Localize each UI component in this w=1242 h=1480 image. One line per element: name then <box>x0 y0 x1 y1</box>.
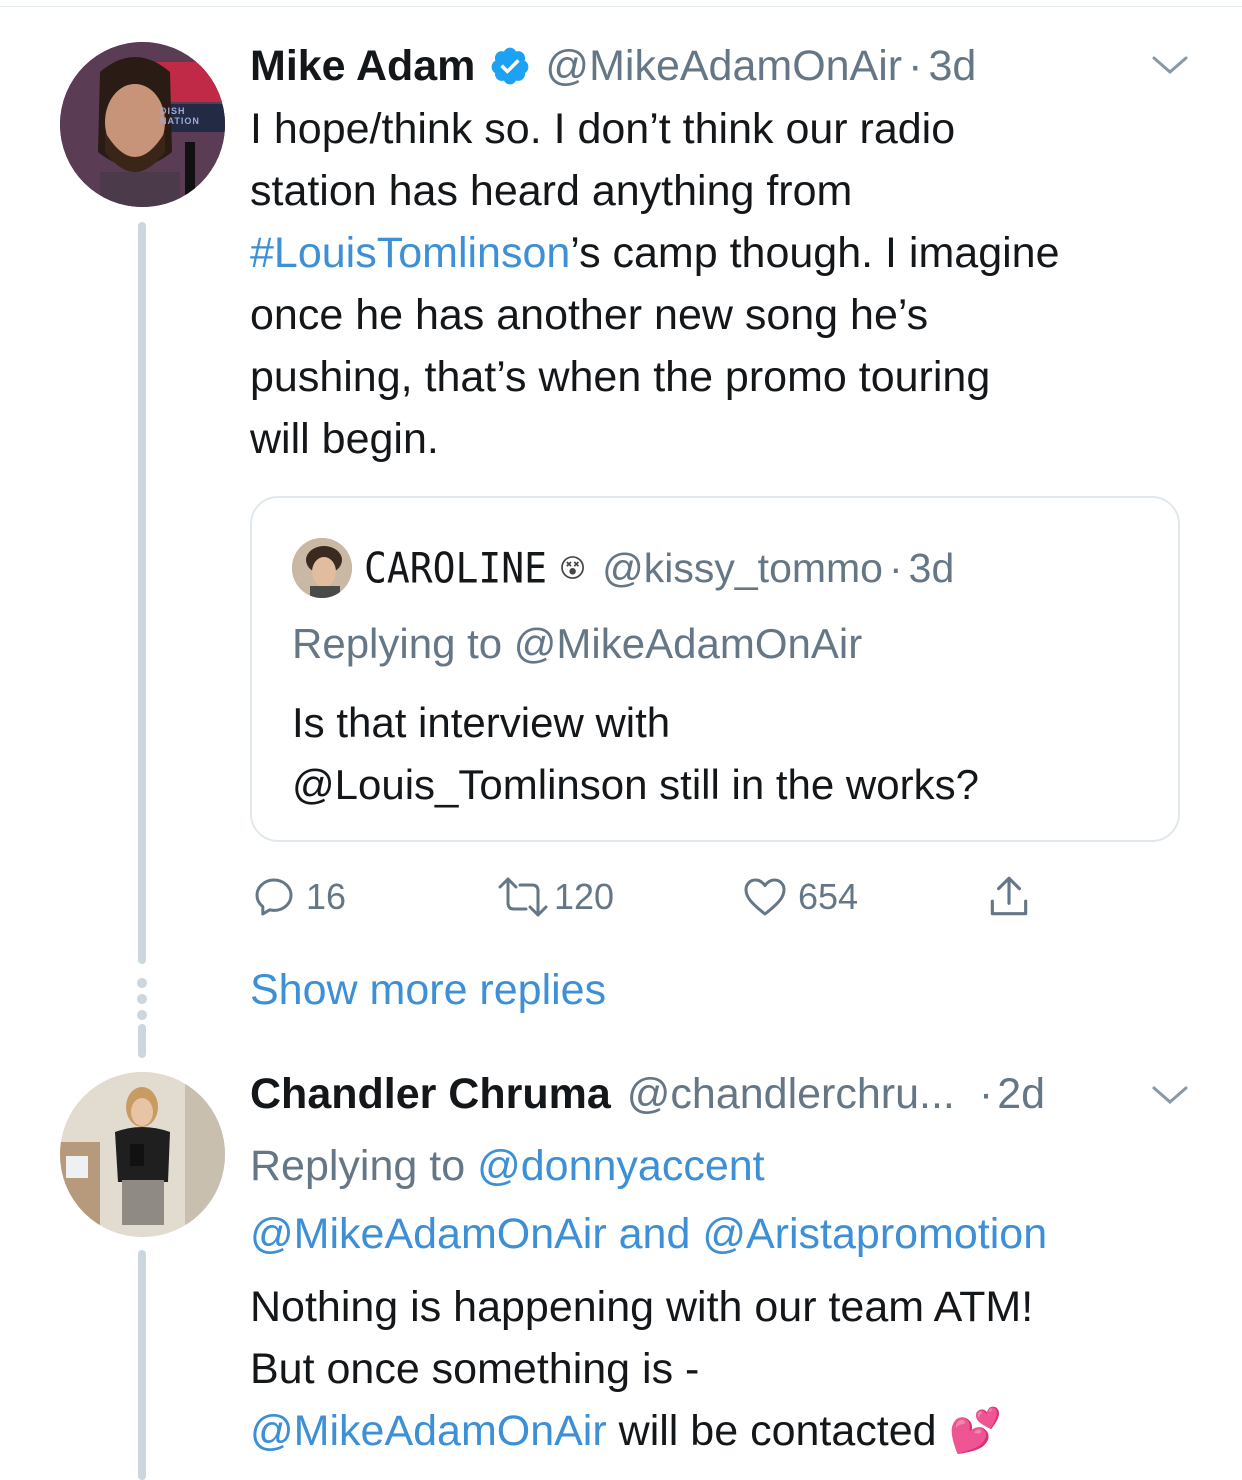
chandler-chruma-avatar[interactable] <box>60 1072 225 1237</box>
quoted-time: 3d <box>908 544 955 591</box>
author-handle[interactable]: @MikeAdamOnAir <box>545 42 902 91</box>
body-line: Nothing is happening with our team ATM! <box>250 1283 1034 1331</box>
body-line: But once something is - <box>250 1345 700 1393</box>
body-line: #LouisTomlinson’s camp though. I imagine <box>250 222 1060 284</box>
author-name[interactable]: Mike Adam <box>250 42 475 91</box>
verified-badge-icon <box>489 45 531 87</box>
mention-link[interactable]: @Aristapromotion <box>702 1210 1047 1258</box>
caroline-avatar <box>292 538 352 598</box>
body-line: Is that interview with <box>292 699 671 746</box>
body-line: I hope/think so. I don’t think our radio <box>250 105 956 153</box>
body-line: once he has another new song he’s <box>250 291 929 339</box>
replying-line: Replying to @donnyaccent <box>250 1132 1047 1200</box>
author-handle[interactable]: @chandlerchru... <box>627 1070 955 1119</box>
quoted-handle[interactable]: @kissy_tommo <box>602 545 883 592</box>
replying-label: Replying to <box>250 1142 466 1190</box>
quoted-tweet-card[interactable]: CAROLINE 😵 @kissy_tommo · 3d Replying to… <box>250 496 1180 842</box>
tweet-time[interactable]: 2d <box>997 1070 1045 1119</box>
body-line: @Louis_Tomlinson still in the works? <box>292 761 979 808</box>
top-divider <box>0 6 1242 7</box>
like-button[interactable]: 654 <box>740 872 858 922</box>
reply-button[interactable]: 16 <box>250 872 346 922</box>
reply-count: 16 <box>306 876 347 917</box>
thread-line-lower <box>138 1250 146 1480</box>
avatar-photo <box>60 1072 225 1237</box>
thread-dot <box>137 978 147 988</box>
retweet-icon <box>498 877 548 917</box>
mike-adam-avatar[interactable]: DISH NATION <box>60 42 225 207</box>
tweet1-more-chevron-icon[interactable] <box>1150 52 1190 80</box>
body-text: will be contacted <box>606 1407 937 1455</box>
mention-link[interactable]: @MikeAdamOnAir <box>250 1407 607 1455</box>
share-icon <box>990 876 1028 916</box>
tweet1-header: Mike Adam @MikeAdamOnAir · 3d <box>250 36 976 96</box>
replying-handle: @MikeAdamOnAir <box>513 620 863 667</box>
two-hearts-emoji-icon: 💕 <box>948 1407 1003 1455</box>
replying-label: Replying to <box>292 620 503 667</box>
tweet2-more-chevron-icon[interactable] <box>1150 1082 1190 1110</box>
quoted-author-name[interactable]: CAROLINE <box>364 544 547 592</box>
thread-line-upper <box>138 222 146 964</box>
like-count: 654 <box>798 876 859 917</box>
avatar-sign-text: DISH NATION <box>160 106 200 126</box>
body-line: @MikeAdamOnAir will be contacted 💕 <box>250 1400 1033 1462</box>
tweet2-replying-to: Replying to @donnyaccent @MikeAdamOnAir … <box>250 1132 1047 1268</box>
retweet-button[interactable]: 120 <box>494 872 614 922</box>
thread-line-connector <box>138 1024 146 1058</box>
mention-link[interactable]: @donnyaccent <box>477 1142 765 1190</box>
quoted-body: Is that interview with @Louis_Tomlinson … <box>292 692 979 816</box>
retweet-count: 120 <box>554 876 615 917</box>
tweet2-body: Nothing is happening with our team ATM! … <box>250 1276 1033 1462</box>
replying-and: and <box>618 1210 691 1258</box>
body-line: pushing, that’s when the promo touring <box>250 353 991 401</box>
body-line: will begin. <box>250 415 439 463</box>
dot-separator: · <box>908 41 923 90</box>
show-more-replies-link[interactable]: Show more replies <box>250 966 606 1015</box>
body-line: station has heard anything from <box>250 167 853 215</box>
dot-separator: · <box>978 1069 994 1118</box>
thread-dot <box>137 994 147 1004</box>
share-button[interactable] <box>984 872 1034 922</box>
tweet-time[interactable]: 3d <box>928 42 976 91</box>
author-name[interactable]: Chandler Chruma <box>250 1070 611 1119</box>
dot-separator: · <box>888 544 903 591</box>
quoted-replying-to: Replying to @MikeAdamOnAir <box>292 620 862 668</box>
mention-link[interactable]: @MikeAdamOnAir <box>250 1210 607 1258</box>
tweet2-header: Chandler Chruma @chandlerchru... · 2d <box>250 1064 1045 1124</box>
body-text: ’s camp though. I imagine <box>570 229 1060 277</box>
dizzy-face-emoji-icon: 😵 <box>559 552 587 583</box>
replying-line: @MikeAdamOnAir and @Aristapromotion <box>250 1200 1047 1268</box>
reply-icon <box>255 878 293 916</box>
heart-icon <box>744 878 786 916</box>
hashtag-link[interactable]: #LouisTomlinson <box>250 229 570 277</box>
quoted-header: CAROLINE 😵 @kissy_tommo · 3d <box>364 540 954 596</box>
thread-dot <box>137 1010 147 1020</box>
tweet1-body: I hope/think so. I don’t think our radio… <box>250 98 1060 470</box>
